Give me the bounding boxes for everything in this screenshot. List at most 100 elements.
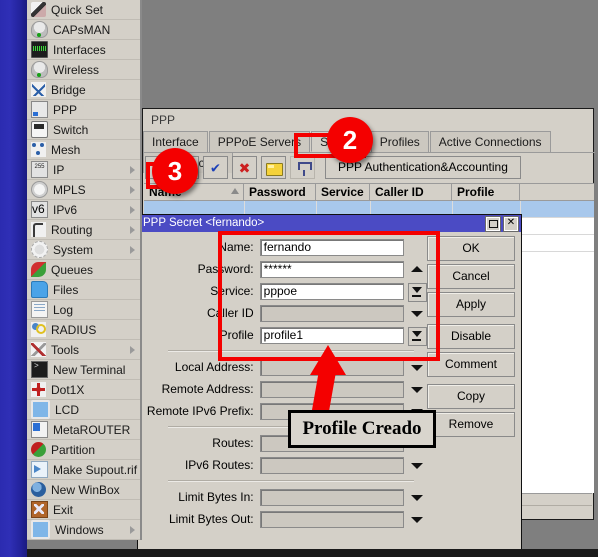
section-divider: [168, 480, 414, 482]
dialog-button-column: OK Cancel Apply Disable Comment Copy Remove: [427, 236, 515, 440]
taskbar: [0, 549, 598, 557]
comment-button[interactable]: [261, 156, 286, 179]
disable-button[interactable]: ✖: [232, 156, 257, 179]
column-header-service[interactable]: Service: [316, 184, 370, 201]
dialog-title-text: PPP Secret <fernando>: [143, 217, 265, 229]
sidebar-item-metarouter[interactable]: MetaROUTER: [27, 420, 140, 440]
sidebar-item-make-supout-rif[interactable]: Make Supout.rif: [27, 460, 140, 480]
winbox-sidebar-menu: Quick Set CAPsMAN Interfaces Wireless Bridge…: [27, 0, 142, 540]
filter-button[interactable]: [290, 156, 315, 179]
sidebar-item-label: Switch: [53, 122, 89, 137]
terminal-icon: [31, 361, 48, 378]
chevron-down-icon[interactable]: [407, 457, 428, 474]
sidebar-item-windows[interactable]: Windows: [27, 520, 140, 540]
dialog-window-controls: ✕: [485, 216, 519, 232]
sidebar-item-queues[interactable]: Queues: [27, 260, 140, 280]
sidebar-item-partition[interactable]: Partition: [27, 440, 140, 460]
capsman-icon: [31, 21, 48, 38]
sidebar-item-label: Files: [53, 282, 79, 297]
folder-icon: [266, 163, 283, 176]
enable-button[interactable]: ✔: [203, 156, 228, 179]
sidebar-item-label: Log: [53, 302, 74, 317]
sidebar-item-capsman[interactable]: CAPsMAN: [27, 20, 140, 40]
sidebar-item-log[interactable]: Log: [27, 300, 140, 320]
sidebar-item-label: Routing: [51, 222, 93, 237]
remove-button[interactable]: Remove: [427, 412, 515, 437]
sort-ascending-icon: [231, 188, 239, 194]
sidebar-item-mesh[interactable]: Mesh: [27, 140, 140, 160]
sidebar-item-label: Bridge: [51, 82, 86, 97]
sidebar-item-label: Quick Set: [51, 2, 104, 17]
sidebar-item-dot1x[interactable]: Dot1X: [27, 380, 140, 400]
disable-button[interactable]: Disable: [427, 324, 515, 349]
field-label-routes: Routes:: [212, 436, 254, 450]
sidebar-item-label: Exit: [53, 502, 74, 517]
chevron-right-icon: [130, 186, 135, 194]
ok-button[interactable]: OK: [427, 236, 515, 261]
sidebar-item-mpls[interactable]: MPLS: [27, 180, 140, 200]
cancel-button[interactable]: Cancel: [427, 264, 515, 289]
column-header-label: Profile: [457, 185, 495, 199]
apply-button[interactable]: Apply: [427, 292, 515, 317]
field-input-ipv6-routes[interactable]: [259, 456, 405, 474]
metarouter-icon: [31, 421, 48, 438]
column-header-caller-id[interactable]: Caller ID: [370, 184, 452, 201]
sidebar-item-lcd[interactable]: LCD: [27, 400, 140, 420]
dialog-title-bar: PPP Secret <fernando> ✕: [138, 215, 521, 232]
sidebar-item-files[interactable]: Files: [27, 280, 140, 300]
sidebar-item-interfaces[interactable]: Interfaces: [27, 40, 140, 60]
ppp-icon: [31, 101, 48, 118]
sidebar-item-exit[interactable]: Exit: [27, 500, 140, 520]
sidebar-item-label: Wireless: [53, 62, 100, 77]
sidebar-item-system[interactable]: System: [27, 240, 140, 260]
copy-button[interactable]: Copy: [427, 384, 515, 409]
sidebar-item-label: Windows: [55, 522, 104, 537]
column-header-profile[interactable]: Profile: [452, 184, 520, 201]
chevron-down-icon[interactable]: [407, 359, 428, 376]
sidebar-item-quick-set[interactable]: Quick Set: [27, 0, 140, 20]
sidebar-item-label: RADIUS: [51, 322, 97, 337]
sidebar-item-label: Interfaces: [53, 42, 106, 57]
column-header-password[interactable]: Password: [244, 184, 316, 201]
sidebar-item-label: System: [53, 242, 94, 257]
ipv6-icon: v6: [31, 201, 48, 218]
tab-profiles[interactable]: Profiles: [370, 131, 429, 152]
chevron-right-icon: [130, 226, 135, 234]
sidebar-item-ppp[interactable]: PPP: [27, 100, 140, 120]
sidebar-item-label: Make Supout.rif: [53, 462, 138, 477]
chevron-right-icon: [130, 246, 135, 254]
sidebar-item-tools[interactable]: Tools: [27, 340, 140, 360]
check-icon: ✔: [210, 160, 221, 175]
comment-button[interactable]: Comment: [427, 352, 515, 377]
radius-icon: [31, 322, 46, 337]
files-icon: [31, 281, 48, 298]
sidebar-item-new-terminal[interactable]: New Terminal: [27, 360, 140, 380]
sidebar-item-switch[interactable]: Switch: [27, 120, 140, 140]
field-label-limit-bytes-out: Limit Bytes Out:: [168, 512, 254, 526]
field-label-remote-ipv6-prefix: Remote IPv6 Prefix:: [146, 404, 254, 418]
sidebar-item-routing[interactable]: Routing: [27, 220, 140, 240]
field-row-limit-bytes-out: Limit Bytes Out:: [138, 508, 428, 530]
column-header-label: Password: [249, 185, 306, 199]
sidebar-item-ip[interactable]: 255 IP: [27, 160, 140, 180]
column-header-label: Service: [321, 185, 364, 199]
chevron-down-icon[interactable]: [407, 381, 428, 398]
close-icon[interactable]: ✕: [503, 216, 519, 232]
chevron-down-icon[interactable]: [407, 511, 428, 528]
tab-active-connections[interactable]: Active Connections: [429, 131, 551, 152]
sidebar-item-radius[interactable]: RADIUS: [27, 320, 140, 340]
field-label-limit-bytes-in: Limit Bytes In:: [178, 490, 254, 504]
sidebar-item-label: Mesh: [51, 142, 81, 157]
field-input-limit-bytes-in[interactable]: [259, 488, 405, 506]
maximize-icon[interactable]: [485, 216, 501, 232]
sidebar-item-new-winbox[interactable]: New WinBox: [27, 480, 140, 500]
partition-icon: [31, 442, 46, 457]
pencil-icon: [31, 2, 46, 17]
field-input-limit-bytes-out[interactable]: [259, 510, 405, 528]
sidebar-item-ipv6[interactable]: v6 IPv6: [27, 200, 140, 220]
sidebar-item-wireless[interactable]: Wireless: [27, 60, 140, 80]
dot1x-icon: [31, 382, 46, 397]
chevron-down-icon[interactable]: [407, 489, 428, 506]
highlight-box-dialog-fields: [218, 231, 440, 361]
sidebar-item-bridge[interactable]: Bridge: [27, 80, 140, 100]
